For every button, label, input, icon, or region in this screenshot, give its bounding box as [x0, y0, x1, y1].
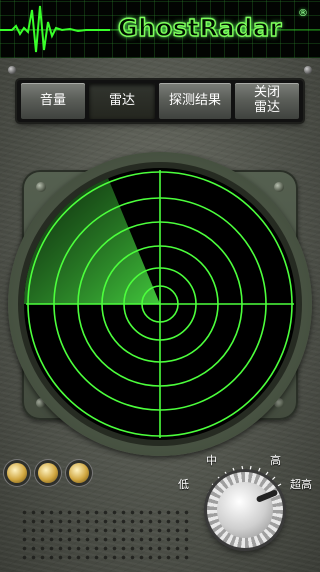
app-header: GhostRadar ®	[0, 0, 320, 58]
tab-volume[interactable]: 音量	[21, 83, 85, 119]
status-light	[7, 463, 27, 483]
knob-cap	[217, 482, 273, 538]
tab-detection-results[interactable]: 探测结果	[159, 83, 231, 119]
app-logo: GhostRadar	[117, 13, 282, 42]
knob-label-low: 低	[178, 478, 189, 491]
sensitivity-knob[interactable]	[207, 472, 283, 548]
knob-label-high: 高	[270, 454, 281, 467]
rivet-icon	[8, 66, 16, 74]
knob-label-mid: 中	[206, 454, 217, 467]
radar-screen	[24, 168, 296, 440]
rivet-icon	[304, 66, 312, 74]
tab-bar: 音量 雷达 探测结果 关闭雷达	[17, 80, 303, 122]
status-light	[38, 463, 58, 483]
knob-label-very-high: 超高	[290, 478, 312, 491]
speaker-grille	[20, 508, 190, 560]
tab-radar[interactable]: 雷达	[89, 83, 155, 119]
tab-close-radar[interactable]: 关闭雷达	[235, 83, 299, 119]
status-light	[69, 463, 89, 483]
radar-grid	[26, 170, 294, 438]
registered-mark: ®	[298, 8, 308, 19]
